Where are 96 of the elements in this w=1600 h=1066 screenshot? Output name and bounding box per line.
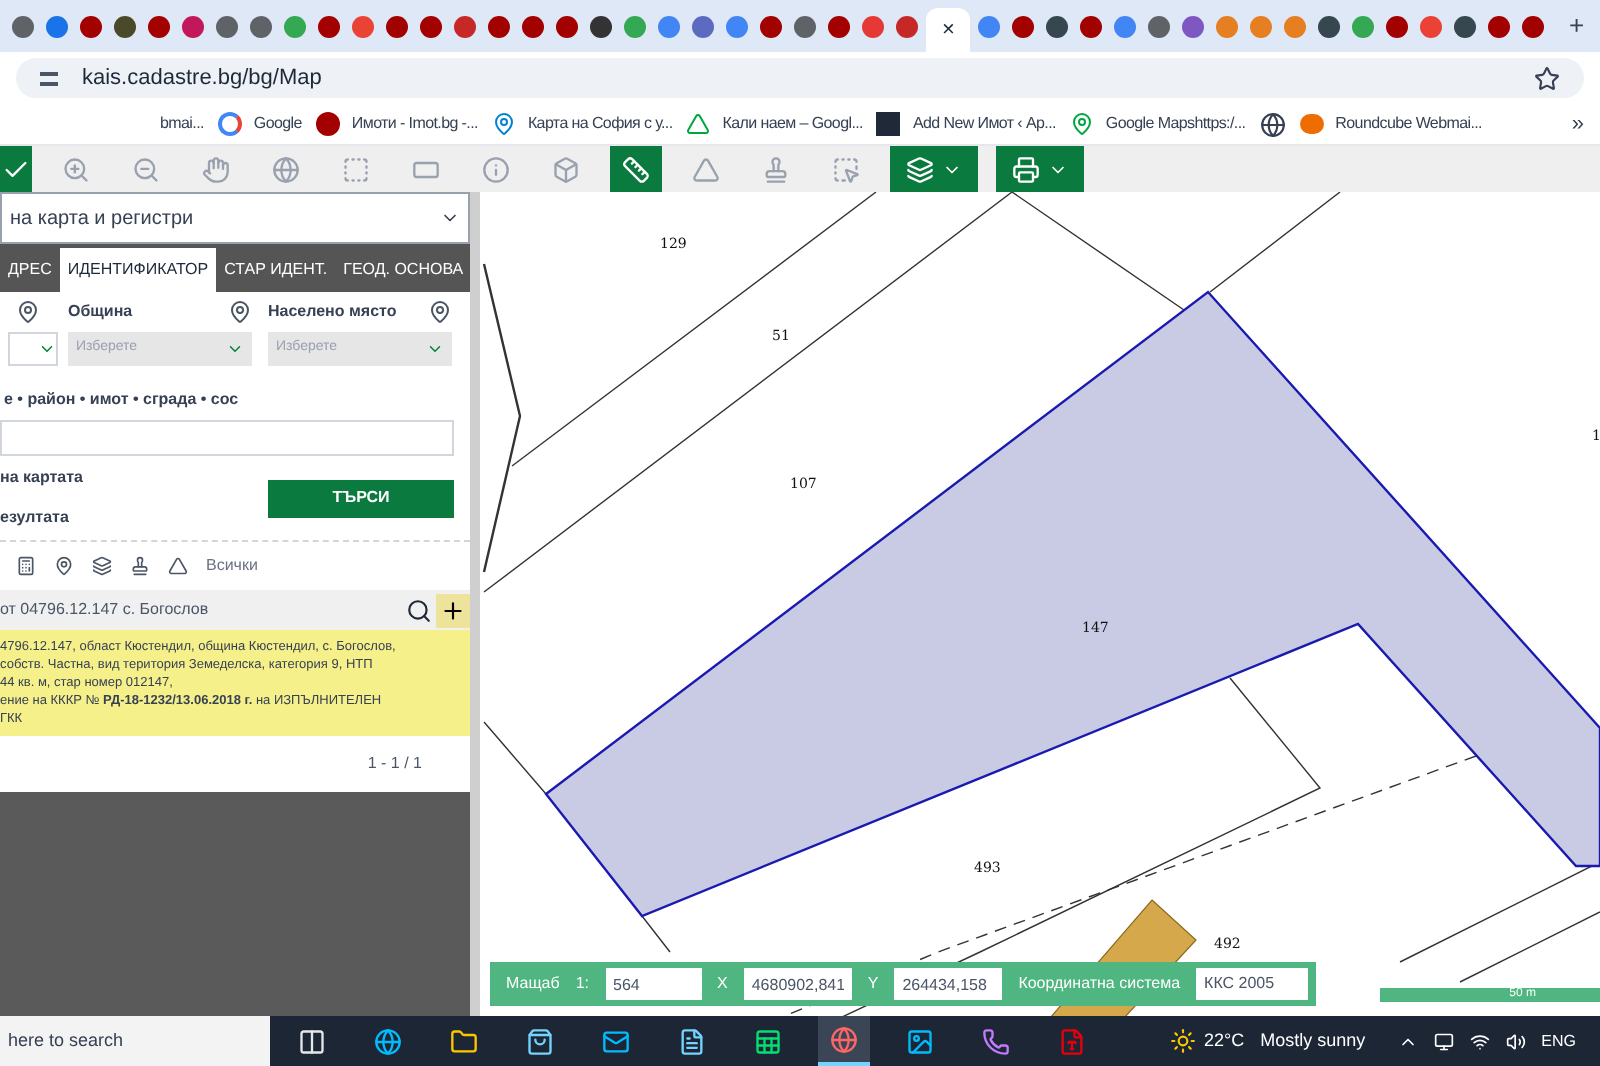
cube-icon xyxy=(552,155,580,183)
wifi-icon xyxy=(1469,1031,1490,1051)
identifier-label: е • район • имот • сграда • сос xyxy=(2,388,241,412)
language-indicator[interactable]: ENG xyxy=(1541,1029,1576,1053)
globe-icon xyxy=(272,155,300,183)
bookmark-star-icon[interactable] xyxy=(1534,65,1560,91)
bookmark-link[interactable]: Google Mapshttps:/... xyxy=(1105,112,1246,136)
bookmark-link[interactable]: Кали наем – Googl... xyxy=(722,112,863,136)
selection-icon xyxy=(832,155,860,183)
address-bar[interactable]: kais.cadastre.bg/bg/Map xyxy=(16,58,1584,98)
app-icon xyxy=(1058,1027,1086,1055)
app-icon xyxy=(906,1027,934,1055)
coordinate-system-select[interactable]: ККС 2005 xyxy=(1196,968,1309,1000)
triangle-icon xyxy=(168,556,188,576)
result-title: от 04796.12.147 с. Богослов xyxy=(0,598,209,622)
x-coordinate-input[interactable]: 4680902,841 xyxy=(743,968,852,1000)
google-icon xyxy=(217,112,242,136)
site-settings-icon xyxy=(40,71,58,85)
printer-icon xyxy=(1012,155,1040,183)
zoom-in-icon xyxy=(62,155,90,183)
browser-tab[interactable]: × xyxy=(926,8,971,52)
map-tool-button[interactable] xyxy=(610,146,662,192)
map-pin-icon xyxy=(428,300,452,324)
search-tab[interactable]: ГЕОД. ОСНОВА xyxy=(335,248,472,292)
speaker-icon xyxy=(1505,1031,1526,1051)
map-icon xyxy=(491,112,516,136)
app-icon xyxy=(830,1025,858,1053)
rectangle-icon xyxy=(342,155,370,183)
stamp-icon xyxy=(130,556,150,576)
coordinate-system-label: Координатна система xyxy=(1016,972,1183,996)
option-label: на картата xyxy=(0,466,83,490)
scale-input[interactable]: 564 xyxy=(605,968,701,1000)
bookmark-link[interactable]: Roundcube Webmai... xyxy=(1335,112,1482,136)
x-label: X xyxy=(715,972,730,996)
search-tab[interactable]: ИДЕНТИФИКАТОР xyxy=(59,248,217,292)
y-label: Y xyxy=(865,972,881,996)
taskbar-app-button[interactable] xyxy=(818,1016,870,1066)
bookmark-link[interactable]: Add New Имот ‹ Ар... xyxy=(912,112,1056,136)
weather-icon xyxy=(1170,1028,1197,1054)
hand-icon xyxy=(202,155,230,183)
new-tab-button[interactable]: + xyxy=(1568,6,1585,46)
square-icon xyxy=(876,112,901,136)
filter-label: Всички xyxy=(206,554,258,578)
app-icon xyxy=(678,1027,706,1055)
monitor-icon xyxy=(1433,1031,1454,1051)
app-icon xyxy=(374,1027,402,1055)
layers-icon xyxy=(92,556,112,576)
calculator-icon xyxy=(16,556,36,576)
map-pin-icon xyxy=(54,556,74,576)
chevron-down-icon xyxy=(38,340,56,358)
map-pin-icon xyxy=(1069,112,1094,136)
bookmark-link[interactable]: Карта на София с у... xyxy=(527,112,673,136)
map-pin-icon xyxy=(16,300,40,324)
info-icon xyxy=(482,155,510,183)
layers-icon xyxy=(906,155,934,183)
stamp-icon xyxy=(762,155,790,183)
pagination-text: 1 - 1 / 1 xyxy=(367,752,422,776)
search-button[interactable]: ТЪРСИ xyxy=(268,479,454,517)
chevron-down-icon xyxy=(426,340,444,358)
scale-prefix: 1: xyxy=(575,972,589,996)
triangle-icon xyxy=(686,112,711,136)
cloud-icon xyxy=(1299,114,1324,134)
triangle-icon xyxy=(692,155,720,183)
plus-icon xyxy=(440,597,466,623)
add-button[interactable] xyxy=(436,593,470,627)
bookmark-link[interactable]: bmai... xyxy=(160,112,204,136)
map-tool-button[interactable] xyxy=(996,146,1084,192)
identifier-input[interactable] xyxy=(0,420,454,456)
map-tool-button[interactable] xyxy=(0,146,32,192)
app-icon xyxy=(754,1027,782,1055)
bookmark-link[interactable]: Google xyxy=(253,112,302,136)
y-coordinate-input[interactable]: 264434,158 xyxy=(894,968,1003,1000)
field-label: Населено място xyxy=(268,300,397,324)
search-tab[interactable]: ДРЕС xyxy=(0,248,60,292)
app-icon xyxy=(982,1027,1010,1055)
temperature-text: 22°C xyxy=(1204,1027,1245,1054)
app-icon xyxy=(602,1027,630,1055)
app-icon xyxy=(450,1027,478,1055)
register-dropdown[interactable]: на карта и регистри xyxy=(0,192,470,244)
map-tool-button[interactable] xyxy=(890,146,978,192)
option-label: езултата xyxy=(0,506,71,530)
app-icon xyxy=(526,1027,554,1055)
field-label: Община xyxy=(68,300,133,324)
zoom-out-icon xyxy=(132,155,160,183)
globe-icon xyxy=(1259,111,1286,137)
app-icon xyxy=(298,1027,326,1055)
weather-text: Mostly sunny xyxy=(1260,1027,1366,1054)
scale-label: Мащаб xyxy=(504,972,562,996)
taskbar-search-field[interactable]: here to search xyxy=(0,1016,270,1066)
map-pin-icon xyxy=(228,300,252,324)
more-bookmarks-button[interactable]: » xyxy=(1571,107,1584,141)
bookmark-link[interactable]: Имоти - Imot.bg -... xyxy=(351,112,478,136)
search-icon[interactable] xyxy=(406,597,432,623)
chevron-down-icon xyxy=(226,340,244,358)
search-tab[interactable]: СТАР ИДЕНТ. xyxy=(216,248,336,292)
ruler-icon xyxy=(622,155,650,183)
